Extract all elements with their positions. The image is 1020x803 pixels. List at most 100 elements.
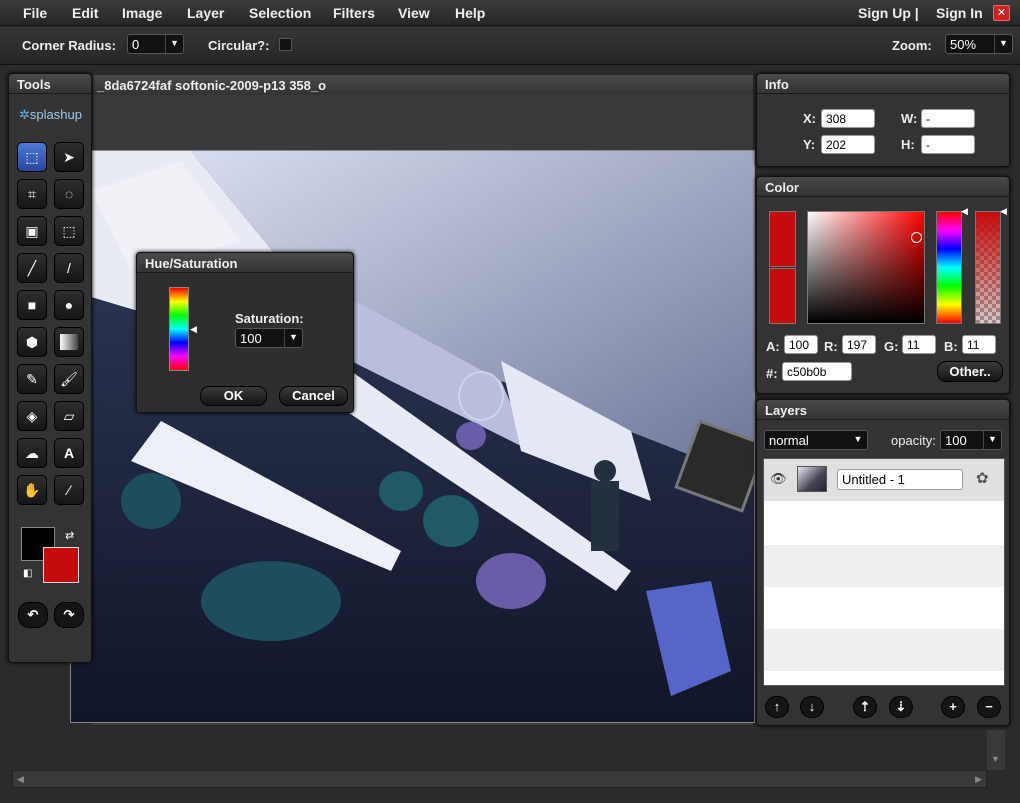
chevron-down-icon: ▼ — [284, 329, 302, 347]
swap-colors-icon[interactable]: ⇄ — [65, 529, 74, 542]
r-label: R: — [824, 339, 838, 354]
signin-link[interactable]: Sign In — [936, 5, 983, 21]
marquee-tool-icon[interactable]: ⬚ — [17, 142, 47, 172]
lasso-tool-icon[interactable]: ◌ — [54, 179, 84, 209]
menu-selection[interactable]: Selection — [249, 5, 311, 21]
tools-panel: Tools ✲splashup ⬚ ➤ ⌗ ◌ ▣ ⬚ ╱ / ■ ● ⬢ ✎ … — [8, 73, 92, 663]
layer-row[interactable]: 👁 Untitled - 1 ✿ — [764, 459, 1004, 501]
chevron-down-icon: ▼ — [994, 35, 1012, 53]
corner-radius-select[interactable]: 0 ▼ — [127, 34, 184, 54]
menu-image[interactable]: Image — [122, 5, 162, 21]
redo-icon[interactable]: ↷ — [54, 602, 84, 628]
pencil-tool-icon[interactable]: ╱ — [17, 253, 47, 283]
rectangle-tool-icon[interactable]: ■ — [17, 290, 47, 320]
opacity-label: opacity: — [891, 433, 936, 448]
alpha-marker-icon: ◀ — [1000, 206, 1007, 216]
layer-name[interactable]: Untitled - 1 — [837, 469, 963, 490]
empty-layer-row — [764, 587, 1004, 629]
arrow-up-icon[interactable]: ↑ — [765, 696, 789, 718]
hue-slider[interactable] — [169, 287, 189, 371]
blend-mode-select[interactable]: normal ▼ — [764, 430, 868, 450]
opacity-select[interactable]: 100 ▼ — [940, 430, 1002, 450]
a-input[interactable]: 100 — [784, 335, 818, 354]
hue-marker-icon: ◀ — [190, 324, 197, 334]
background-color-swatch[interactable] — [43, 547, 79, 583]
crop-tool-icon[interactable]: ⌗ — [17, 179, 47, 209]
g-input[interactable]: 11 — [902, 335, 936, 354]
menu-edit[interactable]: Edit — [72, 5, 98, 21]
menu-file[interactable]: File — [23, 5, 47, 21]
move-to-top-icon[interactable]: ⇡ — [853, 696, 877, 718]
zoom-select[interactable]: 50% ▼ — [945, 34, 1013, 54]
zoom-value: 50% — [950, 37, 977, 52]
gradient-tool-icon[interactable] — [54, 327, 84, 357]
menu-filters[interactable]: Filters — [333, 5, 375, 21]
delete-layer-icon[interactable]: − — [977, 696, 1001, 718]
vertical-scrollbar[interactable]: ▼ — [987, 730, 1005, 770]
pointer-tool-icon[interactable]: ➤ — [54, 142, 84, 172]
zoom-label: Zoom: — [892, 38, 932, 53]
x-label: X: — [803, 111, 816, 126]
cancel-button[interactable]: Cancel — [279, 386, 348, 406]
scroll-left-icon[interactable]: ◀ — [17, 774, 24, 785]
move-to-bottom-icon[interactable]: ⇣ — [889, 696, 913, 718]
smudge-tool-icon[interactable]: ☁ — [17, 438, 47, 468]
b-input[interactable]: 11 — [962, 335, 996, 354]
hue-strip[interactable] — [936, 211, 962, 324]
eye-icon[interactable]: 👁 — [770, 471, 787, 487]
polygon-tool-icon[interactable]: ⬢ — [17, 327, 47, 357]
hue-saturation-dialog: Hue/Saturation ◀ Saturation: 100 ▼ OK Ca… — [136, 252, 354, 413]
w-value: - — [921, 109, 975, 128]
arrow-down-icon[interactable]: ↓ — [800, 696, 824, 718]
close-icon[interactable]: ✕ — [993, 5, 1010, 21]
menu-view[interactable]: View — [398, 5, 430, 21]
g-label: G: — [884, 339, 899, 354]
r-input[interactable]: 197 — [842, 335, 876, 354]
canvas-image[interactable] — [70, 150, 755, 723]
text-tool-icon[interactable]: A — [54, 438, 84, 468]
other-colors-button[interactable]: Other.. — [937, 361, 1003, 382]
circular-label: Circular?: — [208, 38, 270, 53]
empty-layer-row — [764, 545, 1004, 587]
layer-thumbnail — [797, 466, 827, 492]
circular-checkbox[interactable] — [279, 38, 292, 51]
corner-radius-value: 0 — [132, 37, 140, 52]
menu-help[interactable]: Help — [455, 5, 485, 21]
hex-input[interactable]: c50b0b — [782, 362, 852, 381]
color-field[interactable] — [807, 211, 925, 324]
info-title: Info — [757, 74, 1009, 94]
eyedropper-tool-icon[interactable]: ⁄ — [54, 475, 84, 505]
ellipse-tool-icon[interactable]: ● — [54, 290, 84, 320]
layer-fx-icon[interactable]: ✿ — [976, 469, 989, 487]
add-layer-icon[interactable]: + — [941, 696, 965, 718]
fill-tool-icon[interactable]: ◈ — [17, 401, 47, 431]
horizontal-scrollbar[interactable]: ◀ ▶ — [12, 770, 987, 788]
signup-link[interactable]: Sign Up | — [858, 5, 919, 21]
splashup-logo: ✲splashup — [19, 107, 82, 122]
hand-tool-icon[interactable]: ✋ — [17, 475, 47, 505]
h-value: - — [921, 135, 975, 154]
round-select-tool-icon[interactable]: ⬚ — [54, 216, 84, 246]
paintbrush-tool-icon[interactable]: 🖌 — [54, 364, 84, 394]
brush-tool-icon[interactable]: ✎ — [17, 364, 47, 394]
alpha-strip[interactable] — [975, 211, 1001, 324]
dialog-title: Hue/Saturation — [137, 253, 353, 273]
a-label: A: — [766, 339, 780, 354]
saturation-label: Saturation: — [235, 311, 304, 326]
color-panel: Color ◀ ◀ A: 100 R: 197 G: 11 B: 11 #: c… — [756, 176, 1010, 394]
menu-layer[interactable]: Layer — [187, 5, 224, 21]
scroll-down-icon[interactable]: ▼ — [991, 754, 1000, 764]
h-label: H: — [901, 137, 915, 152]
scroll-right-icon[interactable]: ▶ — [975, 774, 982, 785]
logo-text: splashup — [29, 107, 82, 122]
ok-button[interactable]: OK — [200, 386, 267, 406]
eraser-tool-icon[interactable]: ▱ — [54, 401, 84, 431]
chevron-down-icon: ▼ — [853, 434, 863, 444]
chevron-down-icon: ▼ — [165, 35, 183, 53]
reset-colors-icon[interactable]: ◧ — [23, 568, 32, 579]
layers-panel: Layers normal ▼ opacity: 100 ▼ 👁 Untitle… — [756, 399, 1010, 726]
line-tool-icon[interactable]: / — [54, 253, 84, 283]
saturation-select[interactable]: 100 ▼ — [235, 328, 303, 348]
rect-select-tool-icon[interactable]: ▣ — [17, 216, 47, 246]
undo-icon[interactable]: ↶ — [18, 602, 48, 628]
